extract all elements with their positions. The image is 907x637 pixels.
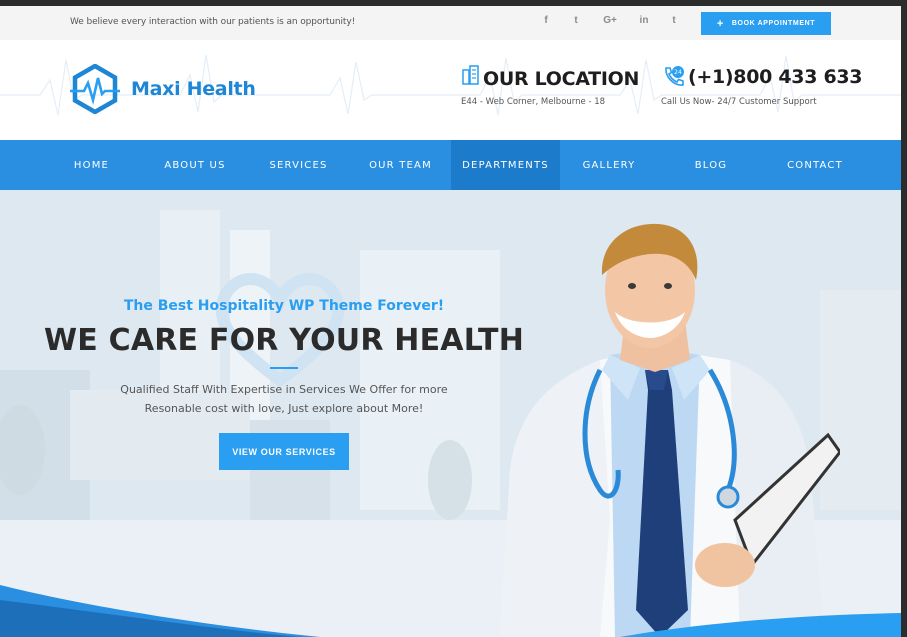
phone-badge-text: 24	[674, 69, 682, 76]
twitter-icon[interactable]: t	[568, 15, 584, 26]
facebook-icon[interactable]: f	[538, 15, 554, 26]
hero-subheading: The Best Hospitality WP Theme Forever!	[123, 298, 445, 314]
nav-contact[interactable]: CONTACT	[764, 140, 866, 190]
browser-right-edge	[901, 0, 907, 637]
hero-description: Qualified Staff With Expertise in Servic…	[0, 380, 568, 418]
headline-divider	[270, 367, 298, 369]
view-services-button[interactable]: VIEW OUR SERVICES	[219, 433, 349, 470]
book-appointment-label: BOOK APPOINTMENT	[731, 20, 816, 27]
phone-number[interactable]: (+1)800 433 633	[688, 66, 863, 88]
nav-home[interactable]: HOME	[40, 140, 143, 190]
nav-gallery[interactable]: GALLERY	[560, 140, 658, 190]
nav-our-team[interactable]: OUR TEAM	[350, 140, 451, 190]
hero-headline: WE CARE FOR YOUR HEALTH	[43, 323, 525, 358]
hero-description-line-1: Qualified Staff With Expertise in Servic…	[120, 383, 448, 396]
phone-support-text: Call Us Now- 24/7 Customer Support	[661, 97, 817, 107]
logo-icon[interactable]	[70, 64, 120, 114]
location-address: E44 - Web Corner, Melbourne - 18	[461, 97, 606, 107]
hero-banner: The Best Hospitality WP Theme Forever! W…	[0, 190, 901, 637]
google-plus-icon[interactable]: G+	[602, 15, 618, 26]
nav-about-us[interactable]: ABOUT US	[143, 140, 247, 190]
nav-services[interactable]: SERVICES	[247, 140, 350, 190]
hero-description-line-2: Resonable cost with love, Just explore a…	[144, 402, 424, 415]
building-icon	[462, 65, 479, 85]
location-title: OUR LOCATION	[483, 68, 640, 90]
tagline: We believe every interaction with our pa…	[70, 17, 356, 27]
nav-departments[interactable]: DEPARTMENTS	[451, 140, 560, 190]
book-appointment-button[interactable]: + BOOK APPOINTMENT	[701, 12, 831, 35]
nav-blog[interactable]: BLOG	[658, 140, 764, 190]
plus-icon: +	[716, 17, 724, 30]
phone-24-icon: 24	[665, 66, 684, 86]
tumblr-icon[interactable]: t	[666, 15, 682, 26]
logo-text[interactable]: Maxi Health	[131, 78, 256, 100]
linkedin-icon[interactable]: in	[636, 15, 652, 26]
bottom-wave-decoration	[0, 585, 901, 637]
top-bar: We believe every interaction with our pa…	[0, 6, 901, 40]
main-nav: HOME ABOUT US SERVICES OUR TEAM DEPARTME…	[0, 140, 901, 190]
site-header: Maxi Health OUR LOCATION E44 - Web Corne…	[0, 40, 901, 140]
